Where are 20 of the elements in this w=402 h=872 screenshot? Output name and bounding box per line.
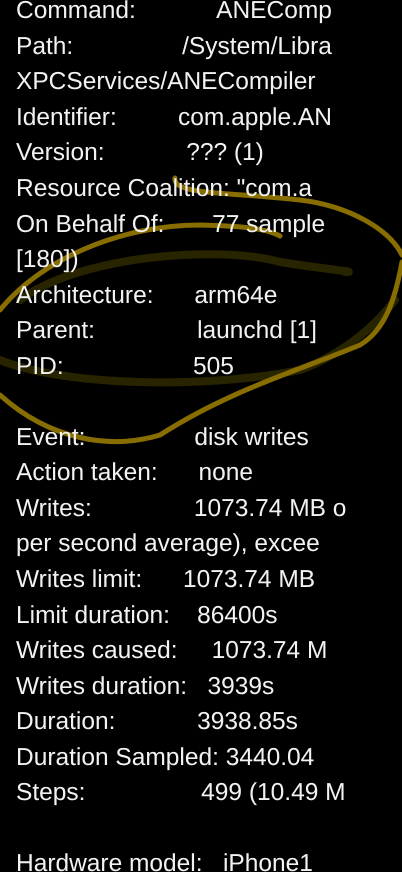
report-line: XPCServices/ANECompiler (16, 67, 316, 98)
report-line: Duration Sampled: 3440.04 (16, 742, 314, 773)
report-line: PID: 505 (16, 352, 234, 382)
report-line: Event: disk writes (16, 422, 309, 453)
report-line: Command: ANEComp (16, 0, 332, 26)
report-line: Path: /System/Libra (16, 32, 332, 62)
report-line: Limit duration: 86400s (16, 600, 278, 630)
report-line: Hardware model: iPhone1 (16, 849, 313, 872)
report-line: Steps: 499 (10.49 M (16, 778, 346, 808)
report-line: Version: ??? (1) (16, 138, 264, 168)
report-line: Writes caused: 1073.74 M (16, 636, 328, 666)
report-line: per second average), excee (16, 529, 320, 560)
report-line: Action taken: none (16, 458, 253, 488)
report-line: Writes duration: 3939s (16, 672, 274, 702)
report-line: Duration: 3938.85s (16, 707, 298, 738)
report-line: Architecture: arm64e (16, 280, 278, 311)
report-line: Writes: 1073.74 MB o (16, 494, 346, 524)
report-line: Parent: launchd [1] (16, 316, 317, 346)
report-line: Writes limit: 1073.74 MB (16, 564, 316, 595)
report-line: Identifier: com.apple.AN (16, 102, 332, 133)
